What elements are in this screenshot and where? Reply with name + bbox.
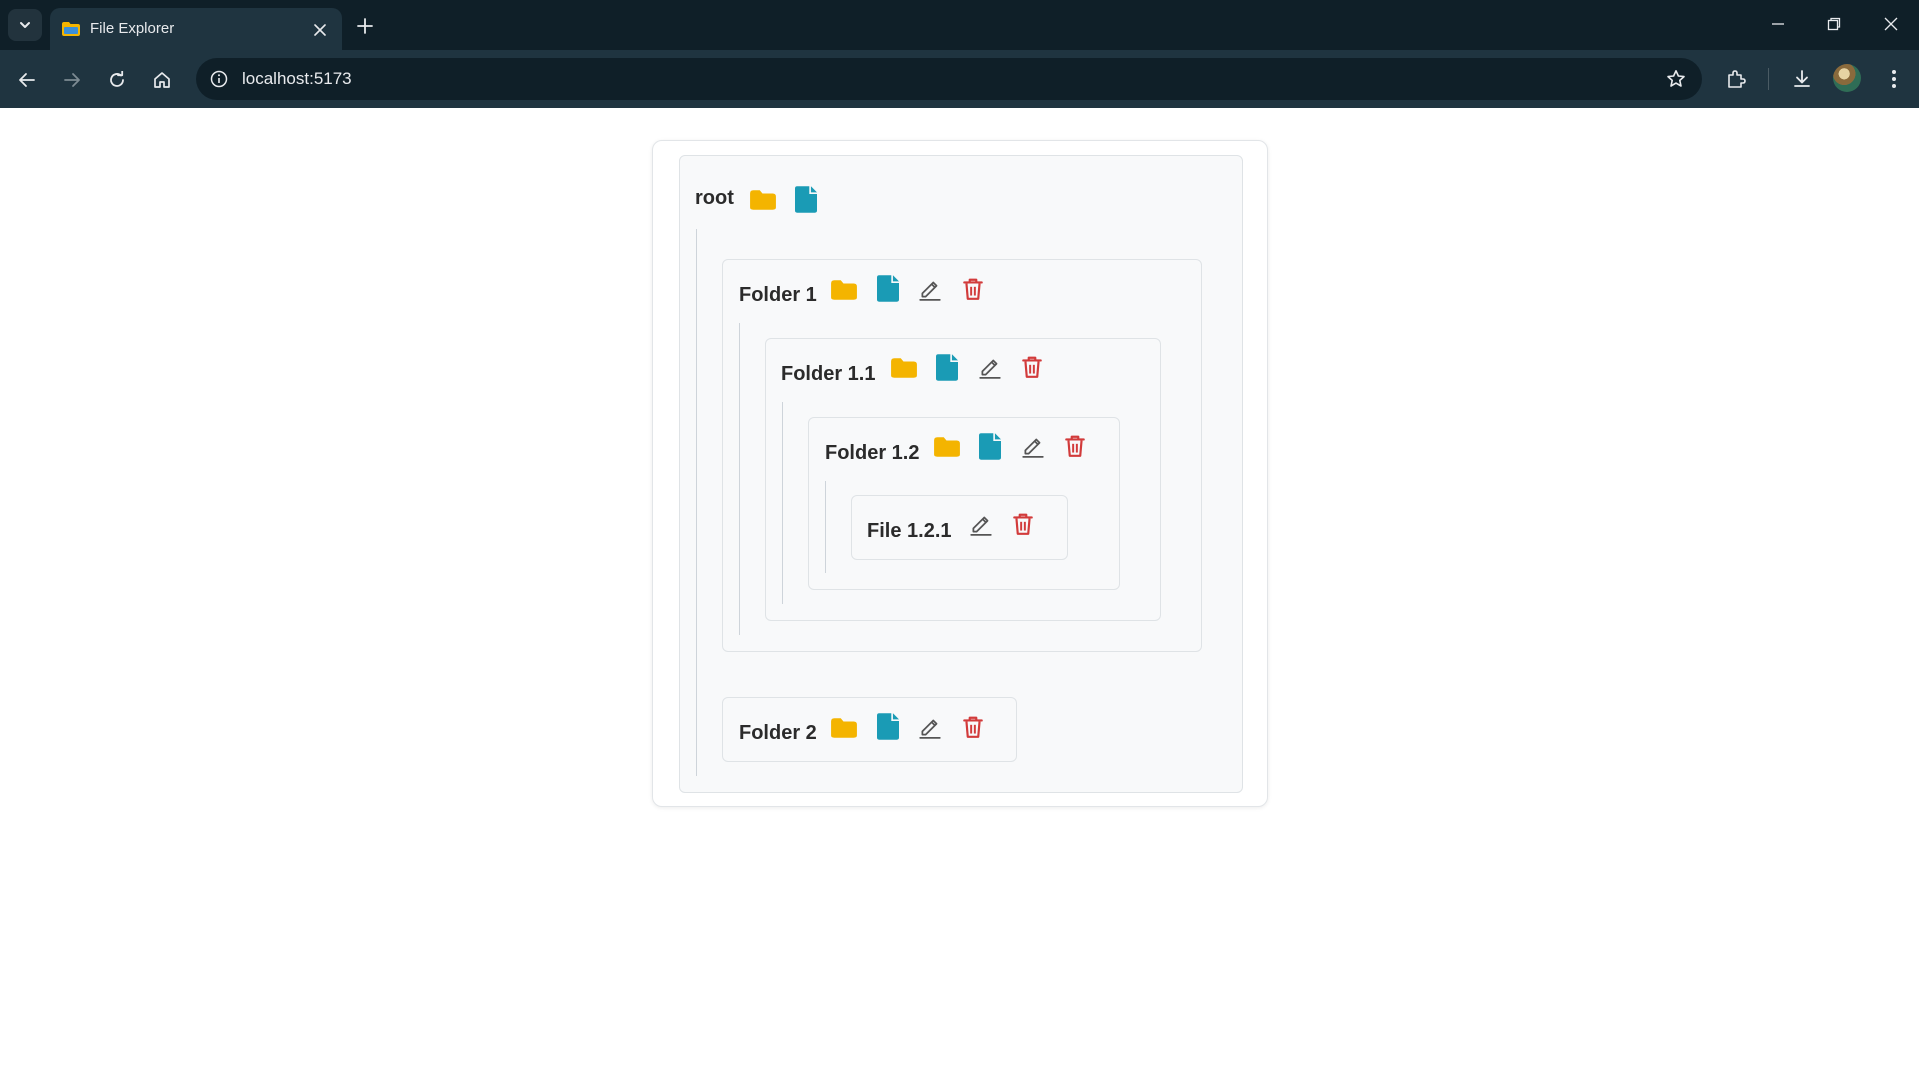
browser-menu-button[interactable] [1877,62,1911,96]
add-folder-button[interactable] [828,714,860,742]
address-bar[interactable]: localhost:5173 [196,58,1702,100]
node-name-folder-2: Folder 2 [739,722,817,744]
file-icon [877,713,899,740]
home-icon [154,72,170,88]
delete-button[interactable] [1059,431,1091,461]
folder-icon [890,357,918,379]
arrow-right-icon [64,73,80,87]
edit-button[interactable] [914,712,946,742]
trash-icon [1063,434,1087,458]
tree-line [825,481,826,573]
add-folder-button[interactable] [931,433,963,461]
new-tab-button[interactable] [350,11,380,41]
forward-button[interactable] [55,63,89,97]
tree-line [739,323,740,635]
delete-button[interactable] [1016,352,1048,382]
add-file-button[interactable] [790,183,822,215]
edit-button[interactable] [965,509,997,539]
arrow-left-icon [19,73,35,87]
home-button[interactable] [145,63,179,97]
trash-icon [1020,355,1044,379]
add-file-button[interactable] [931,351,963,383]
toolbar-divider [1768,68,1769,90]
chevron-down-icon [20,22,30,28]
file-icon [979,433,1001,460]
reload-icon [110,71,124,87]
tab-close-button[interactable] [308,18,332,42]
tab-strip: File Explorer [0,0,1919,50]
add-folder-button[interactable] [828,276,860,304]
info-icon [210,70,228,88]
add-folder-button[interactable] [888,354,920,382]
edit-button[interactable] [1017,431,1049,461]
puzzle-icon [1728,70,1746,88]
folder-icon [830,279,858,301]
folder-icon [933,436,961,458]
trash-icon [1011,512,1035,536]
restore-icon [1827,17,1841,31]
minimize-button[interactable] [1758,6,1798,42]
plus-icon [357,18,373,34]
edit-button[interactable] [974,352,1006,382]
tree-line [782,402,783,604]
download-icon [1794,70,1810,87]
add-file-button[interactable] [872,272,904,304]
reload-button[interactable] [100,63,134,97]
url-text: localhost:5173 [242,69,352,88]
node-name-root: root [695,187,734,209]
tab-search-button[interactable] [8,9,42,41]
delete-button[interactable] [1007,509,1039,539]
folder-favicon-icon [62,22,80,36]
pencil-icon [918,277,942,301]
folder-icon [749,189,777,211]
trash-icon [961,277,985,301]
profile-avatar[interactable] [1833,64,1861,92]
delete-button[interactable] [957,712,989,742]
extensions-button[interactable] [1719,62,1753,96]
site-info-button[interactable] [204,64,234,94]
pencil-icon [1021,434,1045,458]
node-name-file-1-2-1: File 1.2.1 [867,520,952,542]
star-icon [1667,70,1685,87]
pencil-icon [969,512,993,536]
pencil-icon [918,715,942,739]
delete-button[interactable] [957,274,989,304]
add-file-button[interactable] [974,430,1006,462]
close-window-button[interactable] [1871,6,1911,42]
node-name-folder-1-2: Folder 1.2 [825,442,920,464]
trash-icon [961,715,985,739]
bookmark-button[interactable] [1662,65,1690,93]
node-name-folder-1-1: Folder 1.1 [781,363,876,385]
tab-file-explorer[interactable]: File Explorer [50,8,342,50]
back-button[interactable] [10,63,44,97]
tab-title: File Explorer [90,20,175,37]
close-icon [314,24,326,36]
minimize-icon [1772,23,1784,25]
downloads-button[interactable] [1785,62,1819,96]
file-icon [877,275,899,302]
edit-button[interactable] [914,274,946,304]
close-icon [1884,17,1898,31]
node-name-folder-1: Folder 1 [739,284,817,306]
folder-icon [830,717,858,739]
add-folder-button[interactable] [747,186,779,214]
add-file-button[interactable] [872,710,904,742]
file-icon [936,354,958,381]
file-icon [795,186,817,213]
pencil-icon [978,355,1002,379]
restore-button[interactable] [1814,6,1854,42]
tree-line [696,229,697,776]
more-vertical-icon [1892,70,1896,88]
